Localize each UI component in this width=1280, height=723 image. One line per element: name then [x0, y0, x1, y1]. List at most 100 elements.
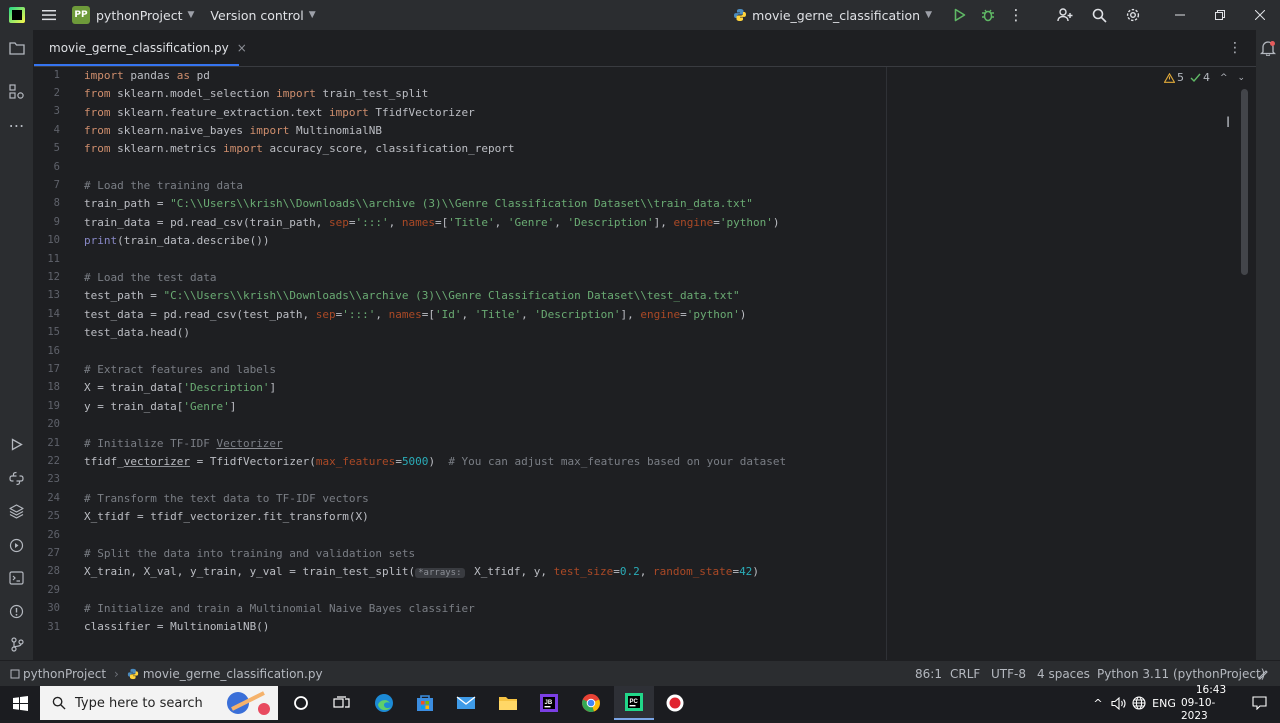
app-logo-icon[interactable]: [0, 0, 34, 30]
search-icon: [1092, 8, 1107, 23]
line-number: 9: [53, 216, 60, 228]
code-line: import pandas as pd: [84, 69, 210, 82]
line-number: 18: [47, 381, 60, 393]
run-config-selector[interactable]: movie_gerne_classification ▼: [733, 0, 932, 30]
pycharm-app[interactable]: PC: [614, 686, 654, 720]
check-icon: [1190, 73, 1201, 82]
caret-position[interactable]: 86:1: [915, 661, 942, 687]
tab-movie-gerne-classification[interactable]: movie_gerne_classification.py ×: [34, 30, 247, 66]
code-line: X = train_data['Description']: [84, 381, 277, 394]
tab-actions-button[interactable]: ⋮: [1228, 30, 1242, 66]
code-line: test_data.head(): [84, 326, 190, 339]
python-interpreter[interactable]: Python 3.11 (pythonProject): [1097, 661, 1265, 687]
code-line: from sklearn.naive_bayes import Multinom…: [84, 124, 383, 137]
line-number: 12: [47, 271, 60, 283]
breadcrumb[interactable]: pythonProject › movie_gerne_classificati…: [10, 661, 323, 687]
debug-button[interactable]: [974, 0, 1002, 30]
line-number: 26: [47, 529, 60, 541]
circle-icon: [294, 696, 308, 710]
add-user-button[interactable]: [1048, 0, 1082, 30]
breadcrumb-project[interactable]: pythonProject: [23, 667, 106, 681]
terminal-button[interactable]: [0, 565, 33, 591]
git-button[interactable]: [0, 631, 33, 657]
volume-icon[interactable]: [1109, 686, 1127, 720]
search-highlight-icon: [227, 691, 270, 715]
taskbar-search-box[interactable]: Type here to search: [40, 686, 278, 720]
project-tool-button[interactable]: [0, 35, 33, 61]
inspection-widget[interactable]: 5 4 ^ ⌄: [1164, 71, 1245, 84]
line-number: 14: [47, 308, 60, 320]
mail-app[interactable]: [449, 686, 483, 720]
line-number: 24: [47, 492, 60, 504]
cortana-button[interactable]: [285, 686, 317, 720]
restore-button[interactable]: [1200, 0, 1240, 30]
code-comment: # Initialize and train a Multinomial Nai…: [84, 602, 475, 615]
code-comment: # Initialize TF-IDF Vectorizer: [84, 437, 283, 450]
line-number: 30: [47, 602, 60, 614]
edge-app[interactable]: [367, 686, 401, 720]
code-editor[interactable]: 1 2 3 4 5 6 7 8 9 10 11 12 13 14 15 16 1…: [34, 67, 1256, 660]
file-encoding[interactable]: UTF-8: [991, 661, 1026, 687]
chevron-down-icon: ▼: [925, 10, 932, 20]
play-icon: [954, 8, 966, 22]
vcs-label: Version control: [210, 7, 304, 23]
notifications-button[interactable]: [1259, 40, 1277, 59]
task-view-button[interactable]: [325, 686, 357, 720]
code-area[interactable]: import pandas as pd from sklearn.model_s…: [84, 67, 1214, 660]
project-switcher[interactable]: PP pythonProject ▼: [72, 0, 194, 30]
structure-icon: [9, 83, 24, 99]
search-icon: [52, 696, 66, 710]
mail-icon: [456, 696, 476, 709]
code-line: from sklearn.model_selection import trai…: [84, 87, 429, 100]
chevron-up-icon[interactable]: ^: [1220, 73, 1228, 83]
folder-icon: [499, 697, 517, 710]
python-console-button[interactable]: [0, 465, 33, 491]
git-branch-icon: [10, 636, 24, 652]
close-tab-icon[interactable]: ×: [237, 41, 247, 55]
add-user-icon: [1057, 8, 1073, 22]
main-menu-icon[interactable]: [34, 0, 64, 30]
notification-center-button[interactable]: [1246, 686, 1272, 720]
structure-tool-button[interactable]: [0, 78, 33, 104]
breadcrumb-file[interactable]: movie_gerne_classification.py: [143, 667, 323, 681]
lock-icon[interactable]: [1257, 661, 1269, 687]
code-comment: # Extract features and labels: [84, 363, 277, 376]
recorder-app[interactable]: [658, 686, 692, 720]
chrome-app[interactable]: [574, 686, 608, 720]
python-file-icon: [127, 668, 139, 680]
python-packages-button[interactable]: [0, 498, 33, 524]
jetbrains-app[interactable]: JB: [532, 686, 566, 720]
input-language[interactable]: ENG: [1150, 686, 1178, 720]
code-line: test_path = "C:\\Users\\krish\\Downloads…: [84, 289, 740, 302]
chevron-down-icon[interactable]: ⌄: [1238, 73, 1246, 83]
gear-icon: [1126, 8, 1140, 22]
chevron-up-icon[interactable]: ^: [1090, 686, 1106, 720]
clock-date: 09-10-2023: [1181, 696, 1216, 722]
search-button[interactable]: [1082, 0, 1116, 30]
more-tools-button[interactable]: ⋯: [0, 112, 33, 138]
minimize-button[interactable]: [1160, 0, 1200, 30]
vcs-menu[interactable]: Version control ▼: [210, 0, 315, 30]
vertical-scrollbar[interactable]: [1241, 89, 1248, 275]
taskbar-search-placeholder: Type here to search: [75, 695, 203, 711]
line-number: 29: [47, 584, 60, 596]
file-explorer-app[interactable]: [491, 686, 525, 720]
close-icon: [1255, 10, 1265, 20]
close-button[interactable]: [1240, 0, 1280, 30]
network-globe-icon[interactable]: [1130, 686, 1148, 720]
chrome-icon: [582, 694, 600, 712]
line-separator[interactable]: CRLF: [950, 661, 980, 687]
indent-setting[interactable]: 4 spaces: [1037, 661, 1090, 687]
system-clock[interactable]: 16:43 09-10-2023: [1181, 684, 1241, 722]
problems-button[interactable]: [0, 598, 33, 624]
services-button[interactable]: [0, 532, 33, 558]
run-tool-button[interactable]: [0, 431, 33, 457]
check-count: 4: [1203, 71, 1210, 84]
run-button[interactable]: [946, 0, 974, 30]
text-cursor-icon: I: [1226, 115, 1231, 131]
more-actions-button[interactable]: ⋮: [1002, 0, 1030, 30]
windows-start-button[interactable]: [0, 686, 40, 720]
store-app[interactable]: [408, 686, 442, 720]
settings-button[interactable]: [1116, 0, 1150, 30]
title-bar: PP pythonProject ▼ Version control ▼ mov…: [0, 0, 1280, 30]
